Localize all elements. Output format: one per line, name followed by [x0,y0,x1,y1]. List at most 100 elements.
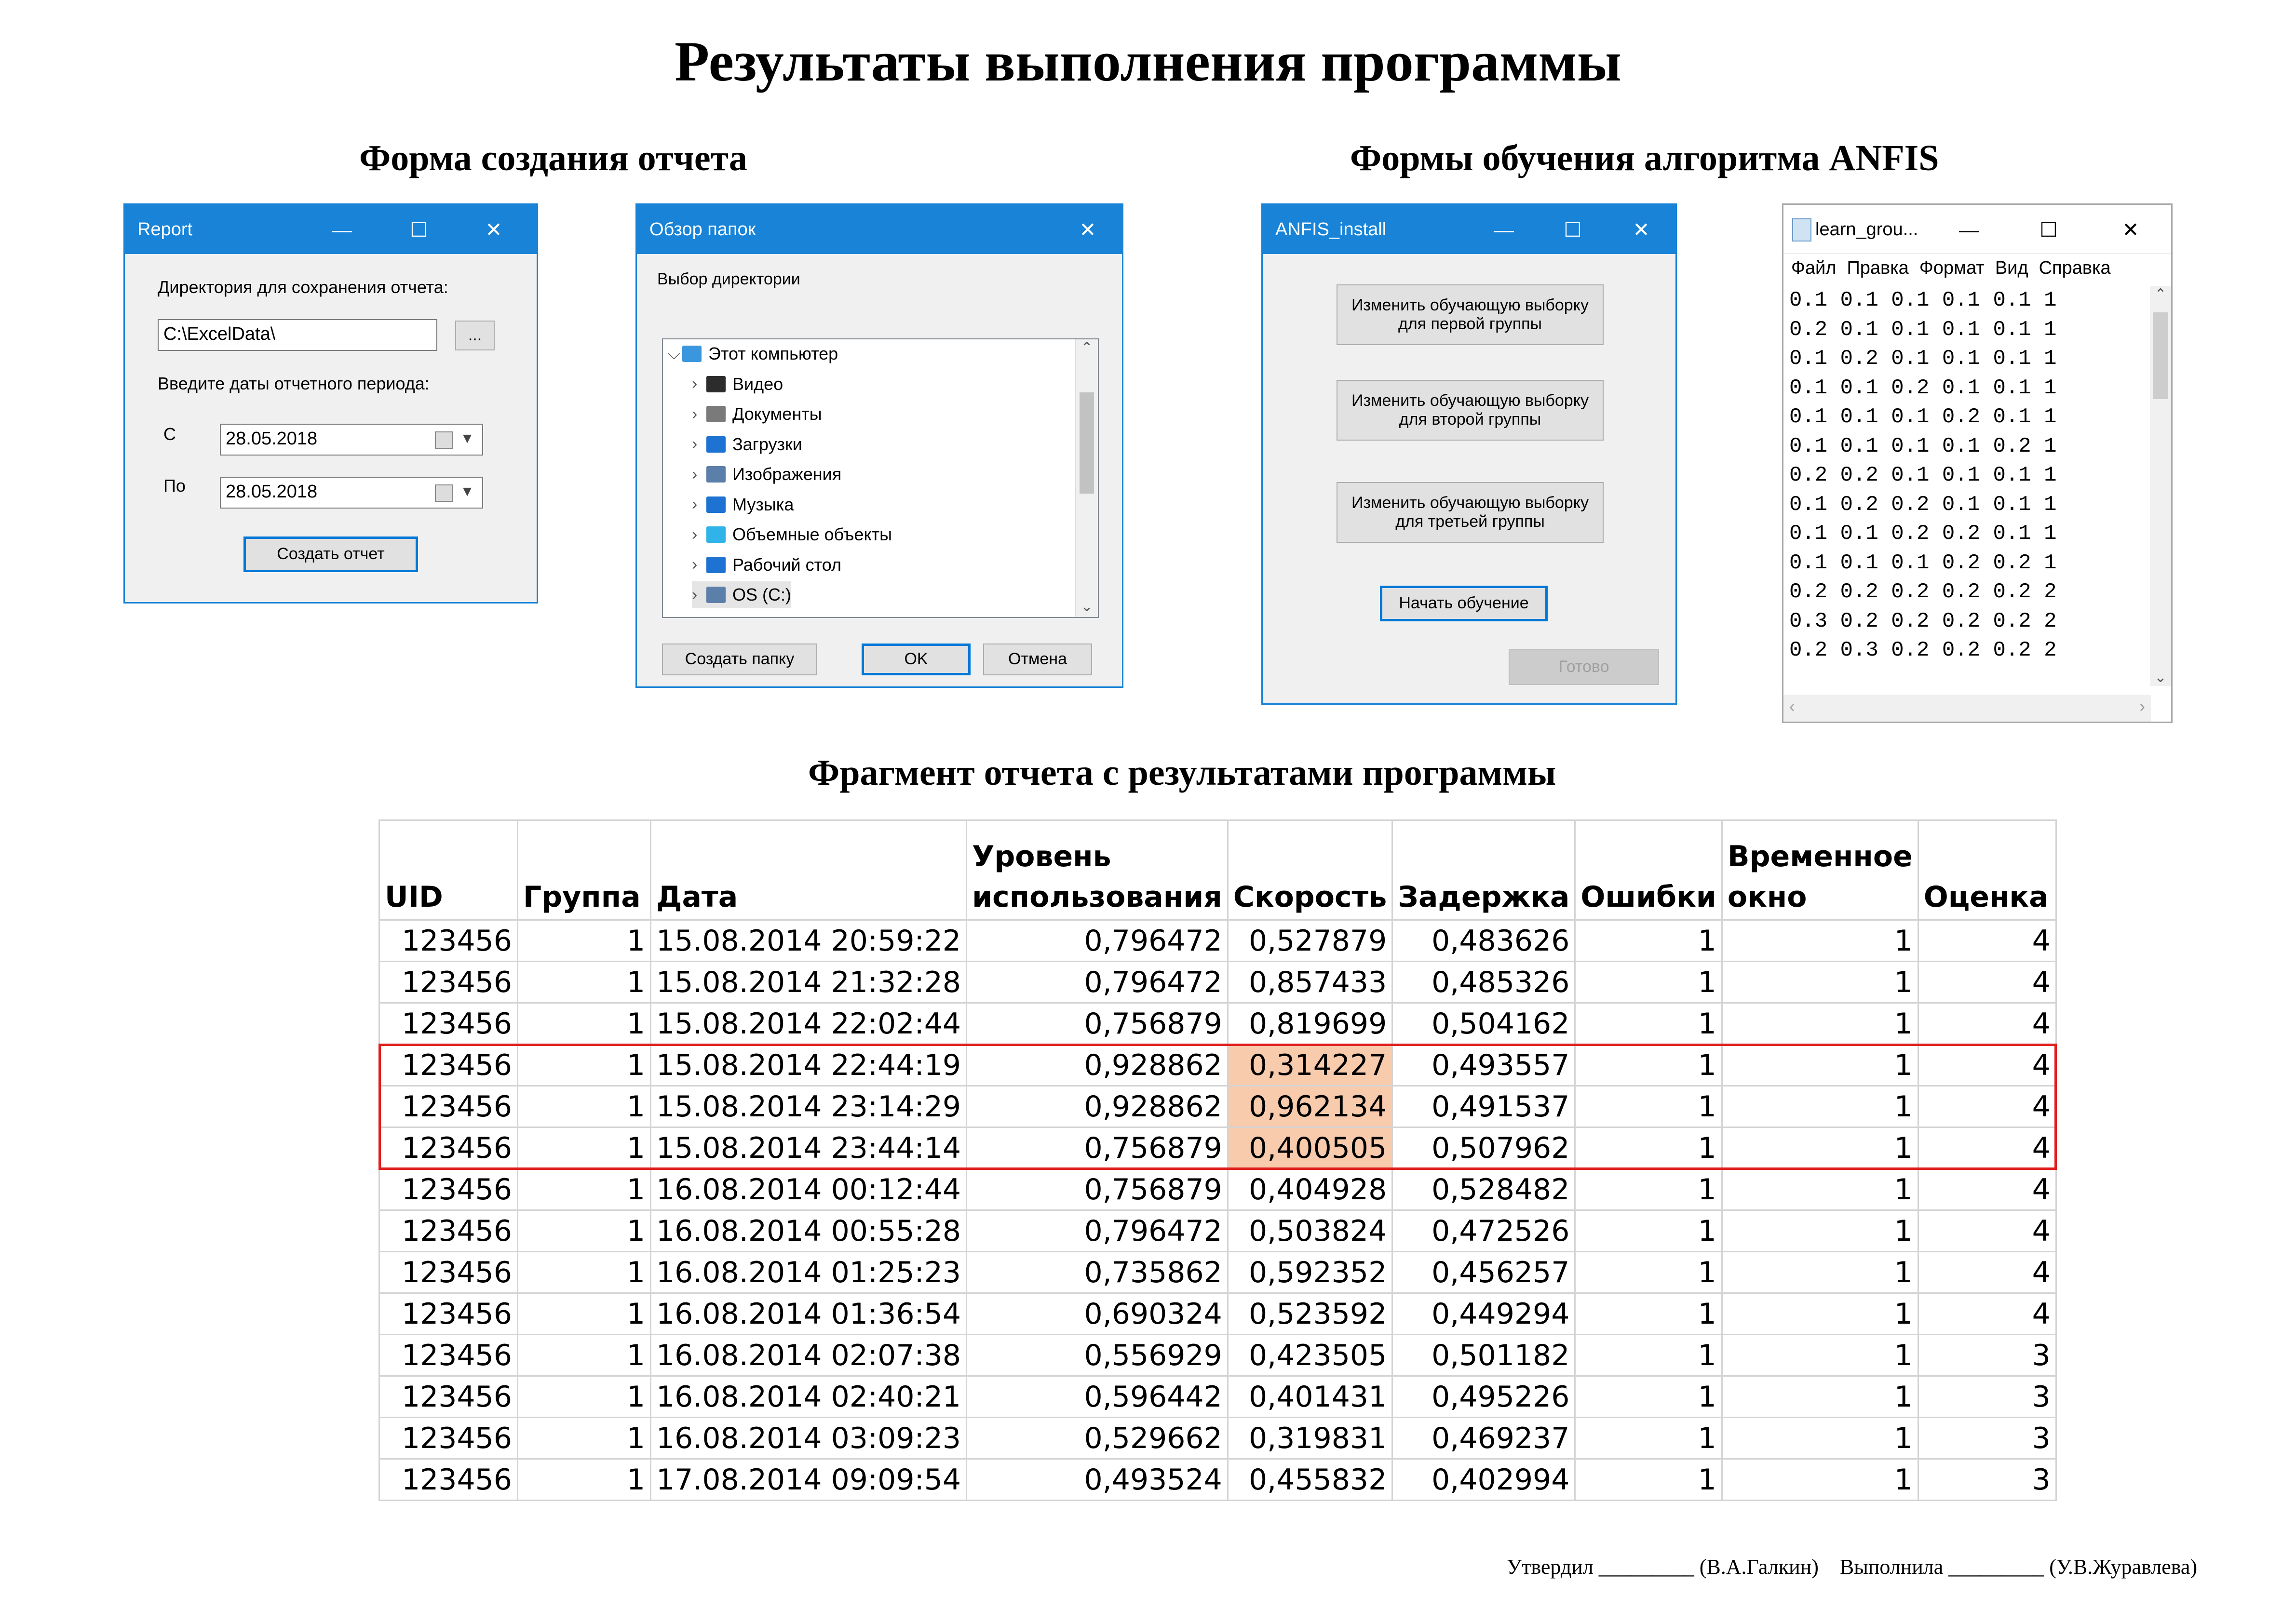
calendar-icon[interactable] [435,484,453,502]
chevron-down-icon[interactable]: ▼ [460,478,474,506]
chevron-right-icon[interactable]: › [692,495,706,514]
table-cell: 123456 [378,961,518,1004]
tree-item[interactable]: › Музыка [692,491,794,518]
menu-item[interactable]: Правка [1847,258,1908,278]
menu-item[interactable]: Формат [1919,258,1985,278]
chevron-right-icon[interactable]: › [692,405,706,424]
tree-item[interactable]: › Документы [692,401,822,428]
scroll-left-icon[interactable]: ‹ [1789,697,1795,716]
tree-item[interactable]: › Объемные объекты [692,521,892,548]
notepad-vscrollbar[interactable]: ⌃ ⌄ [2150,286,2171,686]
table-cell: 0,756879 [966,1168,1229,1211]
tree-item-label: Изображения [732,464,842,484]
chevron-right-icon[interactable]: › [692,465,706,484]
calendar-icon[interactable] [435,431,453,449]
table-cell: 0,423505 [1227,1334,1393,1377]
create-report-button[interactable]: Создать отчет [243,537,418,572]
tree-item[interactable]: › OS (C:) [692,581,791,608]
scroll-up-icon[interactable]: ⌃ [1076,339,1098,356]
table-row: 123456 1 16.08.2014 00:12:44 0,756879 0,4049… [378,1168,2057,1211]
images-icon [706,466,726,483]
tree-scrollbar[interactable]: ⌃ ⌄ [1075,339,1098,617]
table-cell: 1 [1721,1334,1919,1377]
table-cell: 0,402994 [1391,1458,1576,1501]
tree-item[interactable]: › Загрузки [692,431,802,458]
edit-group2-button[interactable]: Изменить обучающую выборку для второй гр… [1337,380,1604,441]
new-folder-button[interactable]: Создать папку [662,644,817,675]
scroll-thumb[interactable] [2153,312,2168,399]
chevron-right-icon[interactable]: › [692,375,706,393]
scroll-up-icon[interactable]: ⌃ [2150,286,2171,303]
tree-item-label: Объемные объекты [732,524,892,544]
maximize-icon[interactable]: ☐ [2034,215,2063,244]
menu-item[interactable]: Файл [1791,258,1836,278]
header-line: Временное [1727,840,1913,873]
table-cell: 1 [1721,919,1919,962]
footer-performed: Выполнила _________ (У.В.Журавлева) [1839,1555,2198,1579]
close-icon[interactable]: ✕ [2116,215,2145,244]
tree-item[interactable]: › Видео [692,371,783,398]
table-cell: 1 [1574,1251,1723,1294]
edit-group1-button[interactable]: Изменить обучающую выборку для первой гр… [1337,284,1604,345]
table-cell: 1 [1574,1458,1723,1501]
table-cell: 1 [517,961,651,1004]
minimize-icon[interactable]: — [1955,215,1984,244]
scroll-down-icon[interactable]: ⌄ [2150,669,2171,686]
menu-item[interactable]: Справка [2039,258,2111,278]
folder-dialog: Обзор папок ✕ Выбор директории ⌵ Этот ком… [635,203,1123,688]
text-line: 0.3 0.2 0.2 0.2 0.2 2 [1789,609,2057,633]
chevron-down-icon[interactable]: ▼ [460,425,474,453]
button-line: для первой группы [1398,315,1542,333]
ok-button[interactable]: OK [862,644,971,675]
page-title: Результаты выполнения программы [675,30,1621,93]
close-icon[interactable]: ✕ [479,215,508,244]
chevron-right-icon[interactable]: › [692,435,706,454]
close-icon[interactable]: ✕ [1627,215,1656,244]
table-cell: 0,796472 [966,961,1229,1004]
dir-input[interactable]: C:\ExcelData\ [158,319,437,351]
browse-button[interactable]: ... [455,321,495,350]
from-label: С [163,424,176,444]
close-icon[interactable]: ✕ [1073,215,1102,244]
report-titlebar[interactable]: Report — ☐ ✕ [125,205,537,254]
maximize-icon[interactable]: ☐ [1558,215,1587,244]
to-date-picker[interactable]: 28.05.2018 ▼ [220,477,483,509]
chevron-down-icon[interactable]: ⌵ [668,345,682,363]
maximize-icon[interactable]: ☐ [405,215,433,244]
section-title-anfis-forms: Формы обучения алгоритма ANFIS [1350,138,1939,178]
start-training-button[interactable]: Начать обучение [1380,586,1548,621]
from-date-picker[interactable]: 28.05.2018 ▼ [220,424,483,456]
notepad-titlebar[interactable]: learn_grou... — ☐ ✕ [1783,205,2171,254]
tree-item[interactable]: › Изображения [692,461,841,488]
table-cell: 1 [1574,919,1723,962]
edit-group3-button[interactable]: Изменить обучающую выборку для третьей г… [1337,482,1604,543]
computer-icon [682,346,702,362]
table-cell: 4 [1917,1251,2057,1294]
table-cell: 1 [1721,1375,1919,1418]
scroll-right-icon[interactable]: › [2140,697,2145,716]
chevron-right-icon[interactable]: › [692,586,706,604]
header-line: окно [1727,880,1807,914]
notepad-hscrollbar[interactable]: ‹ › [1783,695,2151,722]
section-title-report-fragment: Фрагмент отчета с результатами программы [808,752,1556,793]
anfis-titlebar[interactable]: ANFIS_install — ☐ ✕ [1263,205,1675,254]
tree-item[interactable]: › Рабочий стол [692,551,841,578]
scroll-down-icon[interactable]: ⌄ [1076,598,1098,615]
done-button[interactable]: Готово [1509,649,1659,685]
minimize-icon[interactable]: — [1489,215,1518,244]
highlight-outline [378,1043,2057,1170]
table-cell: 16.08.2014 00:12:44 [649,1168,968,1211]
table-cell: 1 [1574,961,1723,1004]
cancel-button[interactable]: Отмена [983,644,1092,675]
minimize-icon[interactable]: — [327,215,356,244]
chevron-right-icon[interactable]: › [692,555,706,574]
table-cell: 0,495226 [1391,1375,1576,1418]
text-line: 0.2 0.1 0.1 0.1 0.1 1 [1789,317,2057,342]
menu-item[interactable]: Вид [1995,258,2028,278]
tree-item[interactable]: ⌵ Этот компьютер [668,340,838,367]
notepad-text-area[interactable]: 0.1 0.1 0.1 0.1 0.1 1 0.2 0.1 0.1 0.1 0.1… [1789,286,2057,665]
folder-tree[interactable]: ⌵ Этот компьютер › Видео › Документы › Загрузки… [662,338,1099,618]
scroll-thumb[interactable] [1080,392,1094,494]
folder-dialog-titlebar[interactable]: Обзор папок ✕ [637,205,1122,254]
chevron-right-icon[interactable]: › [692,525,706,544]
